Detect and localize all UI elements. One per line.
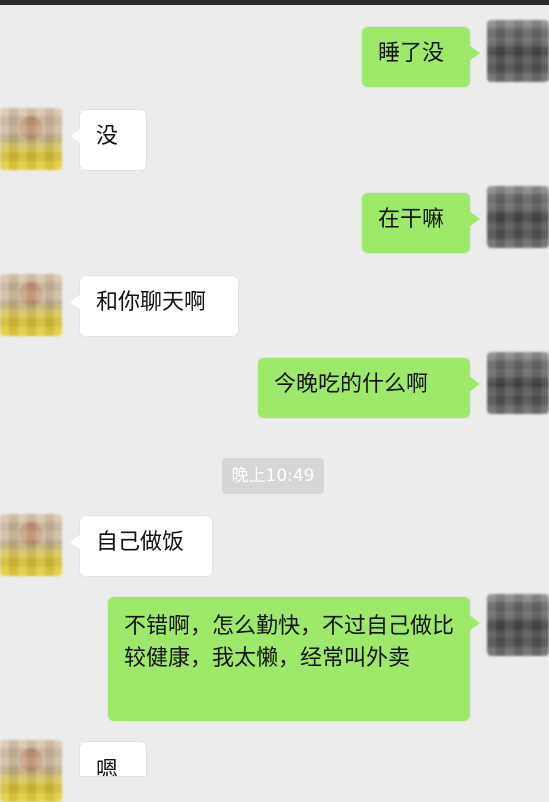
friend-avatar[interactable] — [0, 274, 62, 336]
status-bar-edge — [0, 0, 549, 5]
sent-message-bubble[interactable]: 今晚吃的什么啊 — [258, 358, 480, 418]
friend-avatar[interactable] — [0, 108, 62, 170]
received-message-bubble[interactable]: 自己做饭 — [70, 516, 212, 576]
my-avatar[interactable] — [487, 594, 549, 656]
chat-timestamp: 晚上10:49 — [222, 458, 324, 494]
received-message-bubble[interactable]: 没 — [70, 110, 146, 170]
received-message-bubble[interactable]: 嗯 — [80, 742, 146, 776]
sent-message-bubble[interactable]: 不错啊，怎么勤快，不过自己做比较健康，我太懒，经常叫外卖 — [108, 597, 480, 721]
received-message-bubble[interactable]: 和你聊天啊 — [70, 276, 238, 336]
friend-avatar[interactable] — [0, 740, 62, 802]
my-avatar[interactable] — [487, 352, 549, 414]
sent-message-bubble[interactable]: 睡了没 — [362, 27, 480, 87]
sent-message-bubble[interactable]: 在干嘛 — [362, 193, 480, 253]
my-avatar[interactable] — [487, 20, 549, 82]
friend-avatar[interactable] — [0, 514, 62, 576]
my-avatar[interactable] — [487, 186, 549, 248]
